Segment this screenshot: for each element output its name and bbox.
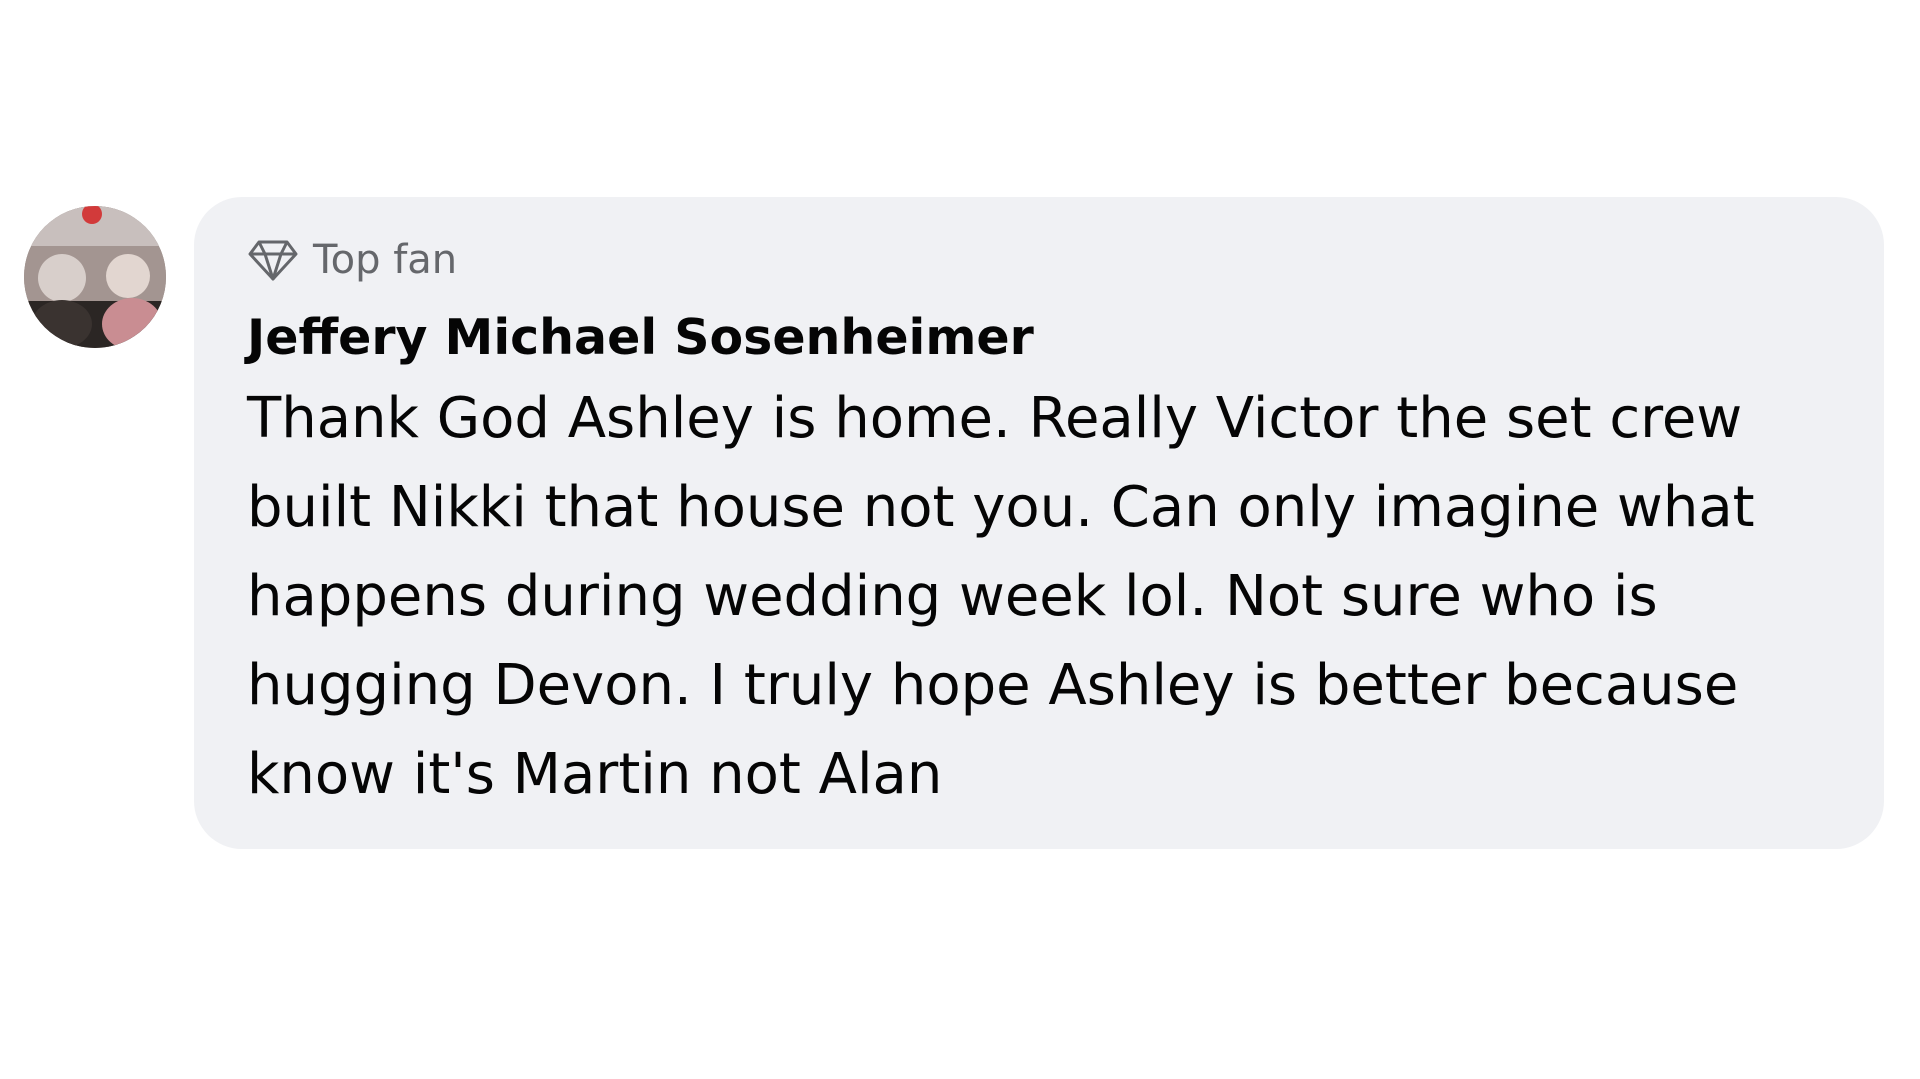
avatar[interactable] <box>24 206 166 348</box>
comment-text: Thank God Ashley is home. Really Victor … <box>247 386 1755 807</box>
comment-page: Top fan Jeffery Michael Sosenheimer Than… <box>0 0 1920 1079</box>
top-fan-badge[interactable]: Top fan <box>247 235 1844 285</box>
badge-label: Top fan <box>313 237 458 283</box>
author-name[interactable]: Jeffery Michael Sosenheimer <box>247 310 1844 366</box>
diamond-icon <box>247 237 299 283</box>
avatar-photo <box>24 206 166 348</box>
comment-bubble: Top fan Jeffery Michael Sosenheimer Than… <box>194 197 1884 849</box>
